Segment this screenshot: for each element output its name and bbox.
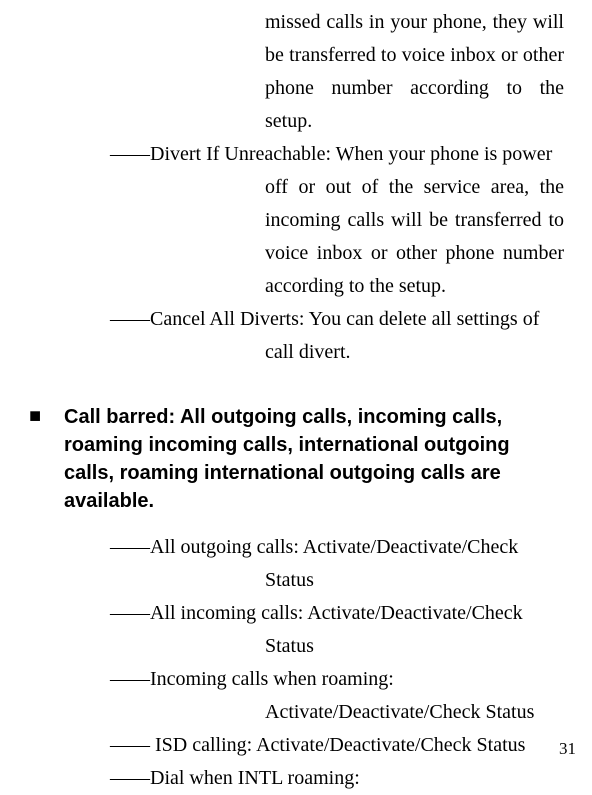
document-page: missed calls in your phone, they will be… (0, 0, 592, 769)
text-line: missed calls in your phone, they will be… (110, 6, 564, 138)
text-line: ――Cancel All Diverts: You can delete all… (110, 303, 564, 336)
text-line: ――Divert If Unreachable: When your phone… (110, 138, 564, 171)
text-line: ――Incoming calls when roaming: (110, 663, 564, 696)
text-line: ―― ISD calling: Activate/Deactivate/Chec… (110, 729, 564, 762)
text-line: Status (110, 630, 564, 663)
text-line: ――All incoming calls: Activate/Deactivat… (110, 597, 564, 630)
text-line: Activate/Deactivate/Check Status (110, 696, 564, 729)
bullet-icon: ■ (29, 405, 41, 428)
text-line: Status (110, 564, 564, 597)
call-barred-heading: Call barred: All outgoing calls, incomin… (64, 403, 564, 515)
text-line: ――Dial when INTL roaming: (110, 762, 564, 795)
text-line: off or out of the service area, the inco… (110, 171, 564, 303)
call-divert-section: missed calls in your phone, they will be… (28, 6, 564, 369)
call-barred-section: ――All outgoing calls: Activate/Deactivat… (28, 531, 564, 795)
page-number: 31 (559, 739, 576, 759)
call-barred-heading-block: ■ Call barred: All outgoing calls, incom… (34, 403, 564, 515)
text-line: call divert. (110, 336, 564, 369)
text-line: ――All outgoing calls: Activate/Deactivat… (110, 531, 564, 564)
